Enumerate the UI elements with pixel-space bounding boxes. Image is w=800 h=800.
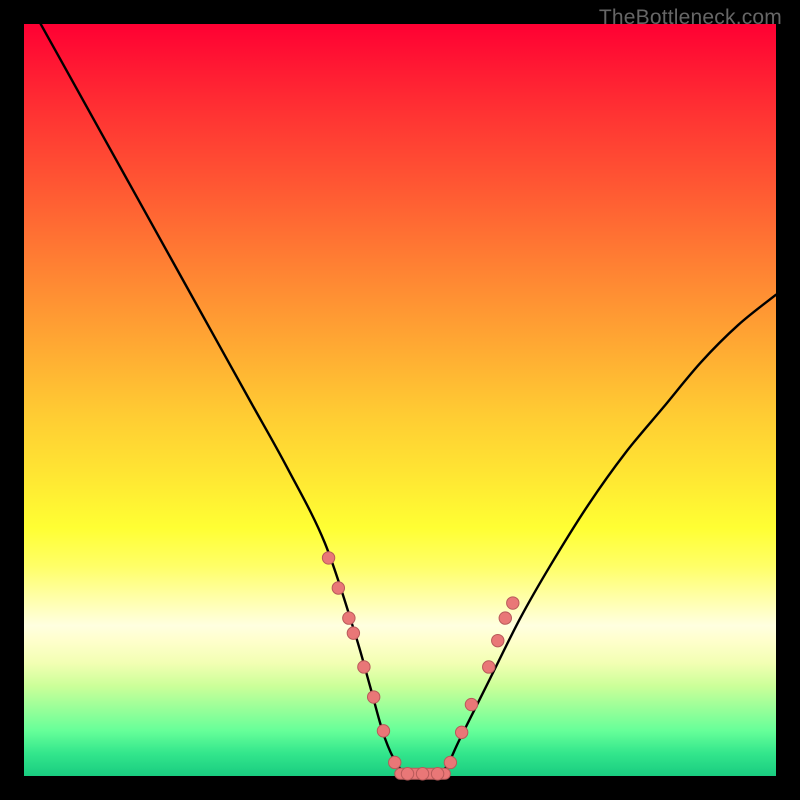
curve-marker	[444, 756, 456, 768]
curve-marker	[416, 768, 428, 780]
curve-marker	[507, 597, 519, 609]
bottleneck-curve-path	[24, 0, 776, 777]
curve-marker	[483, 661, 495, 673]
curve-marker	[377, 725, 389, 737]
curve-marker	[389, 756, 401, 768]
curve-marker	[499, 612, 511, 624]
curve-marker	[332, 582, 344, 594]
watermark-text: TheBottleneck.com	[599, 6, 782, 30]
curve-marker	[347, 627, 359, 639]
curve-marker	[455, 726, 467, 738]
curve-marker	[343, 612, 355, 624]
curve-markers	[322, 552, 519, 780]
bottleneck-curve-svg	[24, 24, 776, 776]
curve-marker	[358, 661, 370, 673]
chart-frame: TheBottleneck.com	[0, 0, 800, 800]
curve-marker	[465, 698, 477, 710]
curve-marker	[367, 691, 379, 703]
curve-marker	[322, 552, 334, 564]
curve-marker	[401, 768, 413, 780]
curve-marker	[492, 634, 504, 646]
curve-marker	[431, 768, 443, 780]
